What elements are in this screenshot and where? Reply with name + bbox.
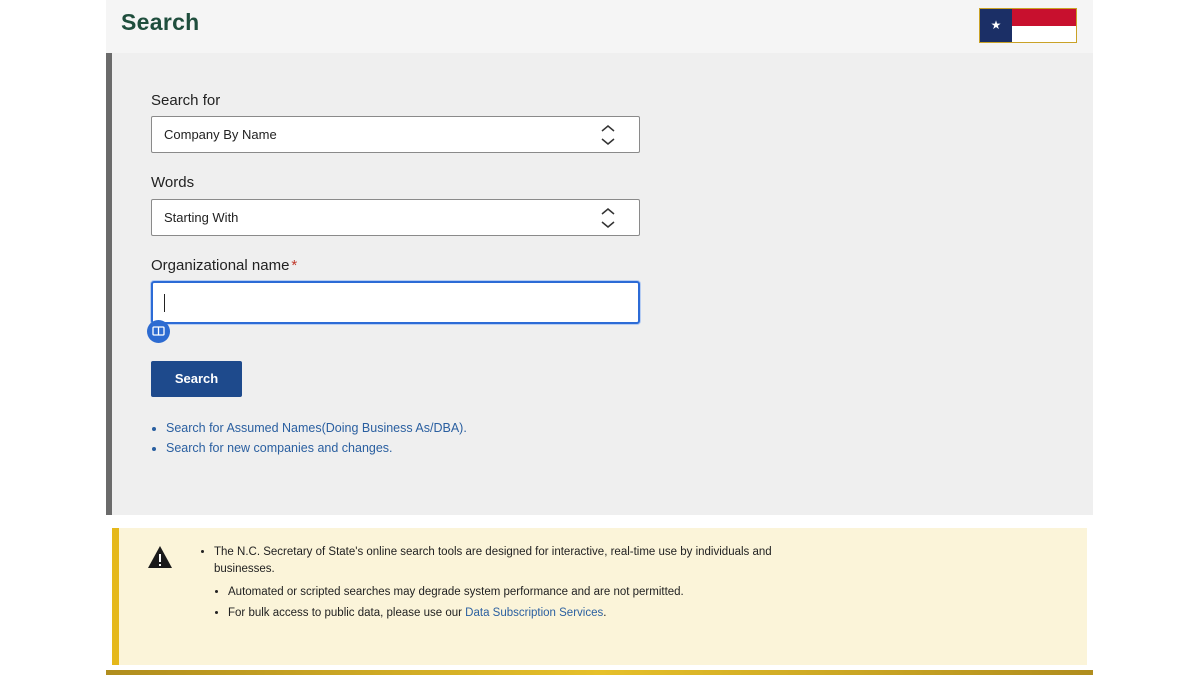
words-select[interactable]: Starting With xyxy=(151,199,640,236)
search-button[interactable]: Search xyxy=(151,361,242,397)
words-label: Words xyxy=(151,174,195,191)
assumed-names-link[interactable]: Search for Assumed Names(Doing Business … xyxy=(166,421,467,435)
header: Search ★ xyxy=(106,0,1093,53)
reader-mode-button[interactable] xyxy=(147,320,170,343)
list-item: Search for Assumed Names(Doing Business … xyxy=(166,419,467,439)
notice-sub-item: For bulk access to public data, please u… xyxy=(228,605,774,622)
org-name-label-text: Organizational name xyxy=(151,257,290,274)
warning-icon xyxy=(148,546,172,568)
notice-list: The N.C. Secretary of State's online sea… xyxy=(200,544,774,626)
notice-sub-list: Automated or scripted searches may degra… xyxy=(214,584,774,622)
new-companies-link[interactable]: Search for new companies and changes. xyxy=(166,441,393,455)
book-icon xyxy=(152,326,165,336)
data-subscription-link[interactable]: Data Subscription Services xyxy=(465,607,603,619)
usage-notice: The N.C. Secretary of State's online sea… xyxy=(112,528,1087,665)
notice-main-text: The N.C. Secretary of State's online sea… xyxy=(214,546,772,575)
search-for-label: Search for xyxy=(151,92,221,109)
chevron-updown-icon xyxy=(601,125,615,145)
notice-sub-text: For bulk access to public data, please u… xyxy=(228,607,466,619)
search-links: Search for Assumed Names(Doing Business … xyxy=(151,419,467,458)
chevron-updown-icon xyxy=(601,208,615,228)
search-for-select[interactable]: Company By Name xyxy=(151,116,640,153)
text-caret xyxy=(164,294,165,312)
notice-sub-suffix: . xyxy=(603,607,607,619)
words-value: Starting With xyxy=(164,210,239,225)
star-icon: ★ xyxy=(990,18,1002,32)
search-for-value: Company By Name xyxy=(164,127,277,142)
list-item: Search for new companies and changes. xyxy=(166,439,467,459)
notice-main-item: The N.C. Secretary of State's online sea… xyxy=(214,544,774,622)
footer-bar xyxy=(106,670,1093,675)
nc-flag-logo: ★ xyxy=(979,8,1077,43)
required-marker: * xyxy=(291,257,298,274)
org-name-label: Organizational name * xyxy=(151,257,297,274)
org-name-input[interactable] xyxy=(151,281,640,324)
notice-sub-item: Automated or scripted searches may degra… xyxy=(228,584,774,601)
page: Search ★ Search for Company By Name Word… xyxy=(106,0,1093,675)
page-title: Search xyxy=(121,9,200,35)
search-form: Search for Company By Name Words Startin… xyxy=(106,53,1093,515)
